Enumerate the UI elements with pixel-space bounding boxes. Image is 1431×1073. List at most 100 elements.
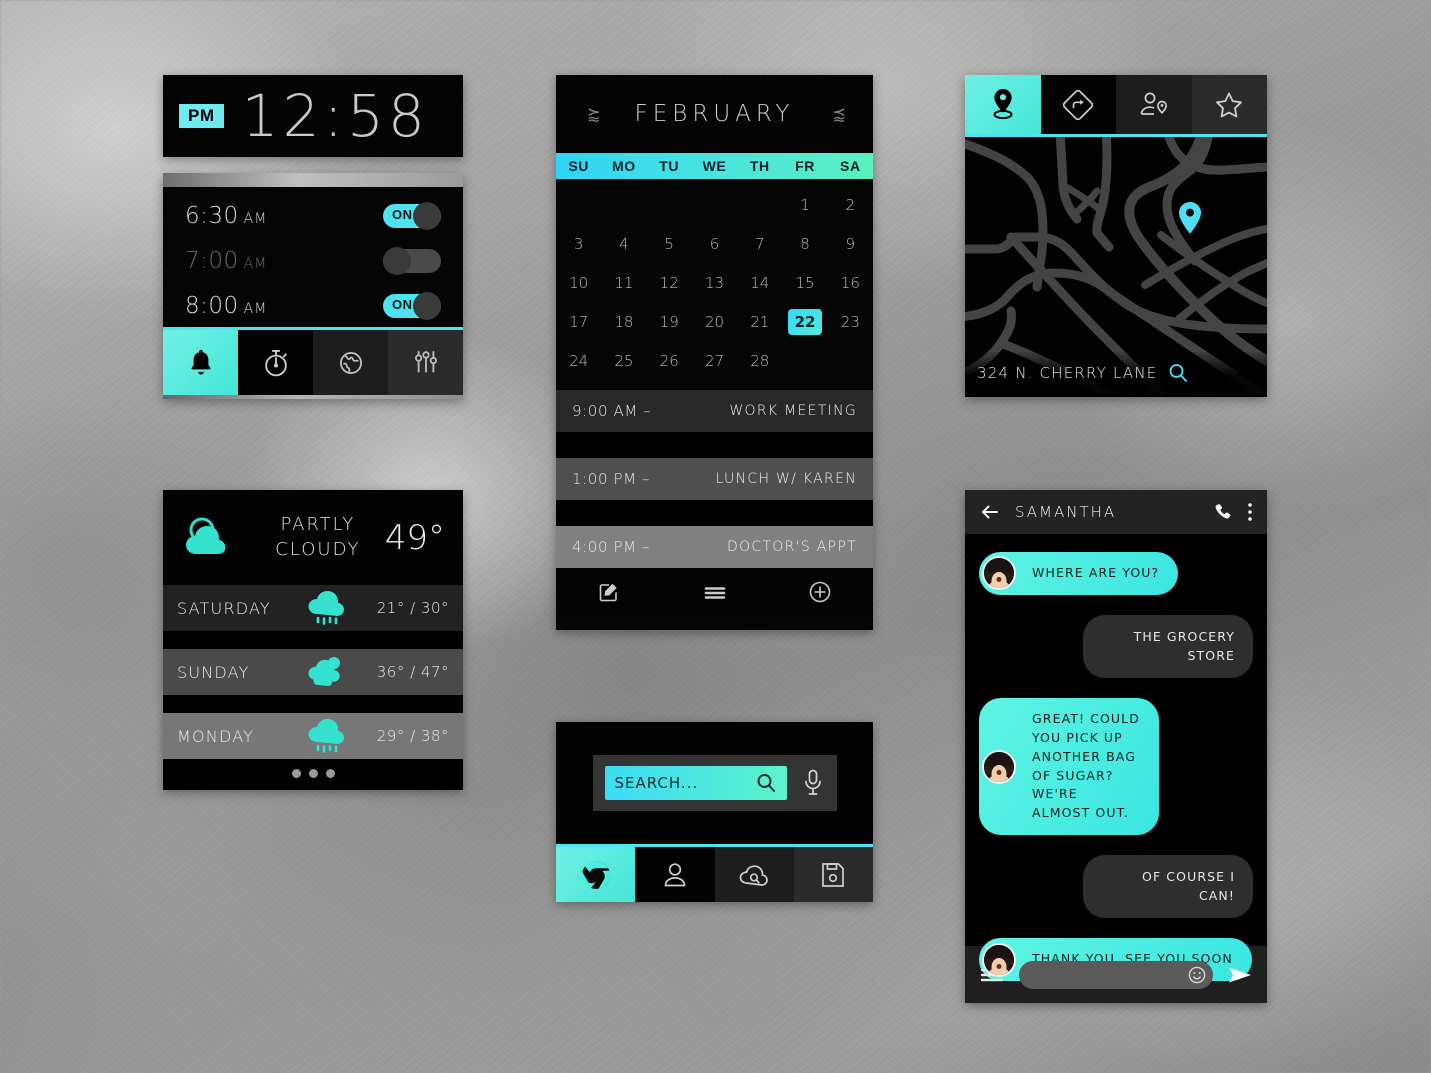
- calendar-day[interactable]: 12: [647, 263, 692, 302]
- alarm-row[interactable]: 7:00 AM: [163, 238, 463, 283]
- calendar-day[interactable]: 21: [737, 302, 782, 341]
- toggle-knob: [383, 246, 411, 275]
- calendar-day[interactable]: 16: [828, 263, 873, 302]
- alarm-row[interactable]: 6:30 AM ON: [163, 193, 463, 238]
- search-area: SEARCH...: [556, 722, 873, 844]
- calendar-day[interactable]: [737, 185, 782, 224]
- search-placeholder: SEARCH...: [614, 774, 699, 792]
- chat-input[interactable]: [1019, 960, 1213, 989]
- event-list-button[interactable]: [662, 580, 768, 604]
- map-tab-location[interactable]: [965, 75, 1041, 134]
- forecast-row[interactable]: SUNDAY 36° / 47°: [163, 649, 463, 695]
- calendar-day[interactable]: [692, 185, 737, 224]
- calendar-day[interactable]: 25: [601, 341, 646, 380]
- event-row[interactable]: 4:00 PM – DOCTOR'S APPT: [556, 526, 873, 568]
- arrow-left-icon[interactable]: [979, 502, 1001, 522]
- alarm-row[interactable]: 8:00 AM ON: [163, 283, 463, 328]
- calendar-day[interactable]: 6: [692, 224, 737, 263]
- forecast-divider: [163, 631, 463, 649]
- calendar-day[interactable]: 17: [556, 302, 601, 341]
- calendar-day[interactable]: 13: [692, 263, 737, 302]
- calendar-day[interactable]: 11: [601, 263, 646, 302]
- map-tab-nearby[interactable]: [1116, 75, 1192, 134]
- add-event-button[interactable]: [767, 579, 873, 605]
- map-tab-favorites[interactable]: [1191, 75, 1267, 134]
- pager-dot[interactable]: [325, 768, 335, 778]
- event-row[interactable]: 9:00 AM – WORK MEETING: [556, 390, 873, 432]
- chat-bubble-text: GREAT! COULD YOU PICK UP ANOTHER BAG OF …: [1032, 711, 1140, 820]
- forecast-range: 21° / 30°: [376, 599, 449, 617]
- pager-dot[interactable]: [291, 768, 301, 778]
- send-icon[interactable]: [1227, 964, 1253, 986]
- search-input[interactable]: SEARCH...: [604, 766, 787, 800]
- compose-event-button[interactable]: [556, 580, 662, 604]
- map-canvas[interactable]: 324 N. CHERRY LANE: [965, 137, 1267, 394]
- calendar-day[interactable]: 14: [737, 263, 782, 302]
- calendar-day[interactable]: 15: [782, 263, 827, 302]
- calendar-day-selected[interactable]: 22: [782, 302, 827, 341]
- stopwatch-icon: [261, 347, 291, 379]
- phone-icon[interactable]: [1213, 502, 1233, 522]
- calendar-day[interactable]: 10: [556, 263, 601, 302]
- map-widget: 324 N. CHERRY LANE: [965, 75, 1267, 397]
- search-tab-save[interactable]: [793, 847, 873, 902]
- calendar-day[interactable]: [828, 341, 873, 380]
- calendar-day[interactable]: 7: [737, 224, 782, 263]
- calendar-day[interactable]: [647, 185, 692, 224]
- more-vertical-icon[interactable]: [1247, 501, 1253, 523]
- forecast-row[interactable]: SATURDAY 21° / 30°: [163, 585, 463, 631]
- calendar-day[interactable]: 9: [828, 224, 873, 263]
- calendar-footer: [556, 568, 873, 616]
- chat-bubble-text: THE GROCERY STORE: [1083, 614, 1253, 679]
- calendar-day[interactable]: 24: [556, 341, 601, 380]
- calendar-day[interactable]: 20: [692, 302, 737, 341]
- forecast-day: SUNDAY: [177, 662, 250, 682]
- alarm-tab-alarms[interactable]: [163, 330, 238, 395]
- prev-month-button[interactable]: ⪸: [587, 104, 601, 124]
- search-tab-browser[interactable]: [556, 847, 636, 902]
- map-marker-pin[interactable]: [1170, 199, 1210, 249]
- calendar-day[interactable]: 26: [647, 341, 692, 380]
- chat-message-incoming: WHERE ARE YOU?: [979, 552, 1253, 595]
- map-address-bar[interactable]: 324 N. CHERRY LANE: [965, 352, 1267, 394]
- calendar-day[interactable]: [601, 185, 646, 224]
- forecast-divider: [163, 695, 463, 713]
- calendar-day[interactable]: 4: [601, 224, 646, 263]
- calendar-day[interactable]: 28: [737, 341, 782, 380]
- calendar-week: 17 18 19 20 21 22 23: [556, 302, 873, 341]
- calendar-day[interactable]: 2: [828, 185, 873, 224]
- alarm-toggle[interactable]: [383, 246, 441, 275]
- alarm-tab-stopwatch[interactable]: [238, 330, 313, 395]
- map-tab-directions[interactable]: [1040, 75, 1116, 134]
- alarm-toggle[interactable]: ON: [383, 291, 441, 320]
- calendar-day[interactable]: 5: [647, 224, 692, 263]
- dow-label: WE: [702, 158, 727, 174]
- calendar-week: 3 4 5 6 7 8 9: [556, 224, 873, 263]
- alarm-toggle[interactable]: ON: [383, 201, 441, 230]
- alarm-tab-settings[interactable]: [388, 330, 463, 395]
- magnifier-icon[interactable]: [755, 772, 777, 794]
- smiley-icon[interactable]: [1187, 965, 1207, 985]
- calendar-day[interactable]: 8: [782, 224, 827, 263]
- magnifier-icon[interactable]: [1167, 362, 1189, 384]
- event-row[interactable]: 1:00 PM – LUNCH W/ KAREN: [556, 458, 873, 500]
- calendar-day[interactable]: 19: [647, 302, 692, 341]
- weather-pager-dots[interactable]: [163, 759, 463, 787]
- calendar-day[interactable]: 1: [782, 185, 827, 224]
- chat-message-list[interactable]: WHERE ARE YOU? THE GROCERY STORE GREAT! …: [965, 534, 1267, 981]
- search-tab-profile[interactable]: [635, 847, 715, 902]
- calendar-day[interactable]: 23: [828, 302, 873, 341]
- next-month-button[interactable]: ⪷: [832, 104, 846, 124]
- calendar-day[interactable]: 3: [556, 224, 601, 263]
- calendar-day[interactable]: 27: [692, 341, 737, 380]
- calendar-day[interactable]: [782, 341, 827, 380]
- sun-behind-cloud-icon: [175, 511, 251, 565]
- alarm-tab-worldclock[interactable]: [313, 330, 388, 395]
- microphone-icon[interactable]: [801, 768, 825, 798]
- calendar-day[interactable]: 18: [601, 302, 646, 341]
- calendar-day[interactable]: [556, 185, 601, 224]
- alarm-time: 6:30 AM: [185, 202, 268, 229]
- forecast-row[interactable]: MONDAY 29° / 38°: [163, 713, 463, 759]
- pager-dot[interactable]: [308, 768, 318, 778]
- search-tab-cloud[interactable]: [714, 847, 794, 902]
